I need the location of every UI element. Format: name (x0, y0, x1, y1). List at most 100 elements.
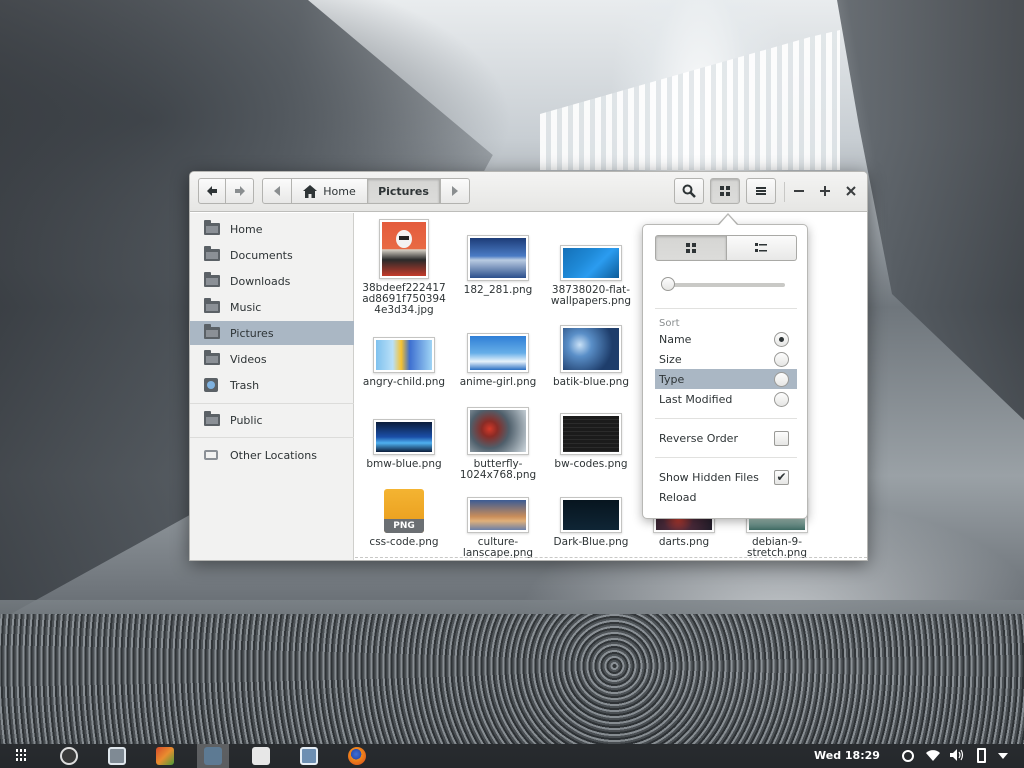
file-name-line: Dark-Blue.png (553, 536, 629, 548)
view-grid-button[interactable] (710, 178, 740, 204)
file-thumbnail (373, 419, 435, 455)
media-player-icon[interactable] (60, 747, 78, 765)
list-view-button[interactable] (726, 235, 797, 261)
maximize-button[interactable] (814, 180, 836, 202)
checkbox-checked-icon[interactable]: ✔ (774, 469, 789, 485)
forward-button[interactable] (226, 178, 254, 204)
music-folder-icon (204, 298, 220, 313)
screenshot-app-icon[interactable] (300, 747, 318, 765)
breadcrumb-left-button[interactable] (262, 178, 292, 204)
reload-item[interactable]: Reload (655, 487, 797, 507)
downloads-folder-icon (204, 272, 220, 287)
file-item[interactable]: 182_281.png (451, 235, 545, 296)
file-name-line: batik-blue.png (552, 376, 630, 388)
sidebar-item-label: Videos (230, 352, 267, 366)
close-icon (846, 186, 856, 196)
sidebar-item-music[interactable]: Music (190, 295, 354, 319)
sidebar-item-public[interactable]: Public (190, 408, 354, 432)
show-hidden-files-toggle[interactable]: Show Hidden Files ✔ (655, 467, 797, 487)
taskbar: Wed 18:29 (0, 744, 1024, 768)
sort-heading: Sort (659, 318, 680, 329)
view-options-popover: Sort Name Size Type Last Modified Revers… (642, 224, 808, 519)
breadcrumb-home[interactable]: Home (292, 178, 368, 204)
sidebar-item-label: Pictures (230, 326, 274, 340)
night-light-icon[interactable] (902, 750, 914, 762)
breadcrumb-pictures[interactable]: Pictures (368, 178, 440, 204)
checkbox-unchecked-icon[interactable] (774, 430, 789, 446)
sort-option-last-modified[interactable]: Last Modified (655, 389, 797, 409)
file-name-line: wallpapers.png (550, 295, 632, 307)
minimize-icon (794, 190, 804, 192)
app-grid-icon[interactable] (16, 749, 28, 761)
file-name-line: bmw-blue.png (366, 458, 442, 470)
zoom-slider-handle[interactable] (661, 277, 675, 291)
chevron-right-icon (452, 186, 458, 196)
grid-icon (685, 243, 696, 253)
file-item[interactable]: angry-child.png (357, 337, 451, 388)
file-thumbnail (560, 325, 622, 373)
reverse-order-toggle[interactable]: Reverse Order (655, 428, 797, 448)
settings-app-icon[interactable] (108, 747, 126, 765)
file-item[interactable]: Dark-Blue.png (544, 497, 638, 548)
search-button[interactable] (674, 178, 704, 204)
minimize-button[interactable] (788, 180, 810, 202)
sidebar-item-other-locations[interactable]: Other Locations (190, 443, 354, 467)
other-locations-icon (204, 450, 218, 460)
wifi-icon[interactable] (926, 749, 940, 761)
file-item[interactable]: PNG css-code.png (357, 489, 451, 548)
trash-icon (204, 378, 218, 392)
sidebar-item-trash[interactable]: Trash (190, 373, 354, 397)
file-name-line: 182_281.png (463, 284, 533, 296)
grid-view-button[interactable] (655, 235, 727, 261)
file-item[interactable]: butterfly- 1024x768.png (451, 407, 545, 481)
files-app-icon[interactable] (204, 747, 222, 765)
breadcrumb-right-button[interactable] (440, 178, 470, 204)
reverse-order-label: Reverse Order (659, 431, 738, 445)
file-item[interactable]: anime-girl.png (451, 333, 545, 388)
wallpaper-pebbles (0, 614, 1024, 744)
chevron-left-icon (274, 186, 280, 196)
maximize-icon (820, 186, 830, 196)
sidebar-item-home[interactable]: Home (190, 217, 354, 241)
public-folder-icon (204, 411, 220, 426)
file-thumbnail (560, 497, 622, 533)
file-item[interactable]: bmw-blue.png (357, 419, 451, 470)
volume-icon[interactable] (950, 749, 964, 761)
breadcrumb-home-label: Home (323, 184, 356, 198)
png-file-icon: PNG (382, 489, 426, 533)
sort-option-size[interactable]: Size (655, 349, 797, 369)
file-name-line: css-code.png (369, 536, 439, 548)
radio-checked-icon[interactable] (774, 331, 789, 347)
clock[interactable]: Wed 18:29 (814, 749, 880, 762)
sort-option-type[interactable]: Type (655, 369, 797, 389)
show-hidden-label: Show Hidden Files (659, 470, 759, 484)
close-button[interactable] (840, 180, 862, 202)
sidebar-item-pictures[interactable]: Pictures (190, 321, 354, 345)
file-item[interactable]: batik-blue.png (544, 325, 638, 388)
chevron-down-icon[interactable] (998, 753, 1008, 759)
file-item[interactable]: bw-codes.png (544, 413, 638, 470)
zoom-slider-track[interactable] (663, 283, 785, 287)
documents-folder-icon (204, 246, 220, 261)
file-item[interactable]: 38738020-flat- wallpapers.png (544, 245, 638, 307)
radio-unchecked-icon[interactable] (774, 371, 789, 387)
battery-icon[interactable] (977, 748, 986, 763)
menu-button[interactable] (746, 178, 776, 204)
software-center-icon[interactable] (156, 747, 174, 765)
radio-unchecked-icon[interactable] (774, 351, 789, 367)
sidebar-item-downloads[interactable]: Downloads (190, 269, 354, 293)
sidebar-item-documents[interactable]: Documents (190, 243, 354, 267)
sidebar-item-label: Documents (230, 248, 293, 262)
hamburger-menu-icon (756, 187, 766, 195)
sidebar-item-videos[interactable]: Videos (190, 347, 354, 371)
text-editor-icon[interactable] (252, 747, 270, 765)
radio-unchecked-icon[interactable] (774, 391, 789, 407)
file-name-line: darts.png (658, 536, 710, 548)
sort-option-name[interactable]: Name (655, 329, 797, 349)
file-item[interactable]: culture- lanscape.png (451, 497, 545, 559)
firefox-icon[interactable] (348, 747, 366, 765)
file-item[interactable]: 38bdeef222417 ad8691f750394 4e3d34.jpg (357, 219, 451, 316)
back-button[interactable] (198, 178, 226, 204)
sidebar-item-label: Music (230, 300, 262, 314)
file-thumbnail (467, 333, 529, 373)
